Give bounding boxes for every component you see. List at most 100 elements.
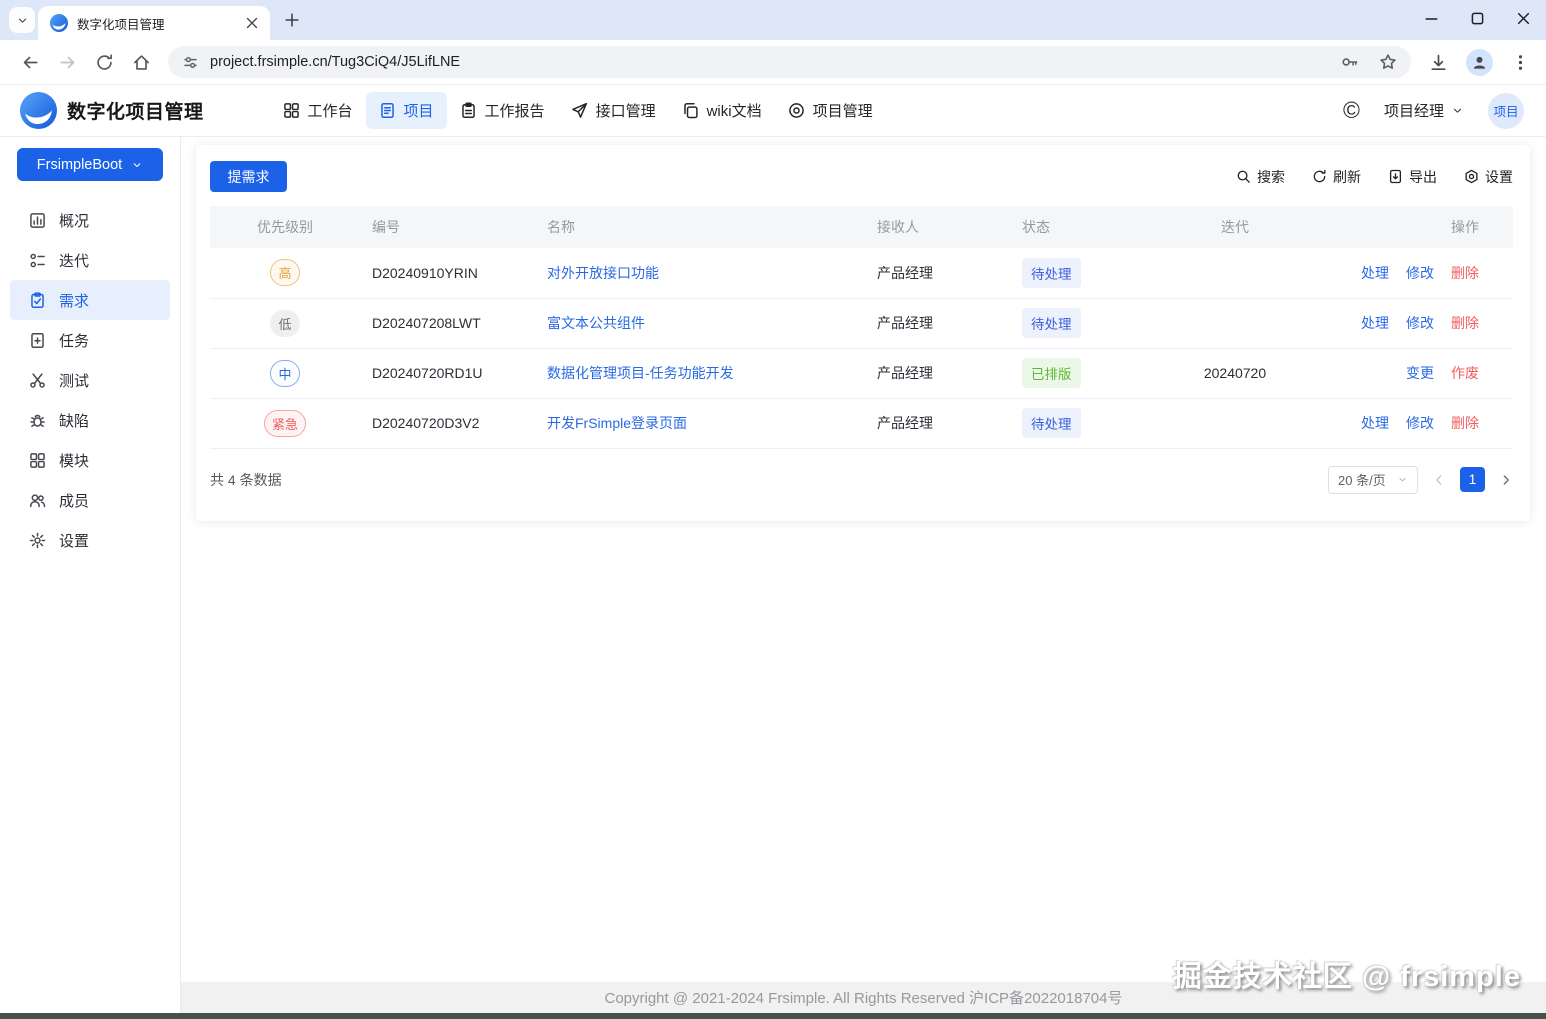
requirements-card: 提需求 搜索 刷新 导出 设置 优先级别编号名称接收人状态迭代操作 高 D2024091… xyxy=(196,145,1530,521)
project-selector-button[interactable]: FrsimpleBoot xyxy=(17,148,163,181)
row-receiver: 产品经理 xyxy=(865,298,1010,348)
row-iteration: 20240720 xyxy=(1165,348,1305,398)
sidebar-item-需求[interactable]: 需求 xyxy=(10,280,170,320)
requirement-name-link[interactable]: 开发FrSimple登录页面 xyxy=(547,415,687,431)
downloads-icon[interactable] xyxy=(1429,53,1448,72)
action-link-处理[interactable]: 处理 xyxy=(1361,265,1389,281)
app-logo-icon xyxy=(20,92,57,129)
tool-导出[interactable]: 导出 xyxy=(1388,167,1437,187)
action-link-变更[interactable]: 变更 xyxy=(1406,365,1434,381)
priority-badge: 高 xyxy=(270,259,299,286)
column-header: 操作 xyxy=(1305,206,1513,248)
sidebar-item-迭代[interactable]: 迭代 xyxy=(10,240,170,280)
sidebar-item-label: 迭代 xyxy=(59,250,89,271)
column-header: 编号 xyxy=(360,206,535,248)
sidebar-item-label: 成员 xyxy=(59,490,89,511)
action-link-删除[interactable]: 删除 xyxy=(1451,265,1479,281)
tab-search-button[interactable] xyxy=(9,7,35,33)
row-iteration xyxy=(1165,248,1305,298)
url-text[interactable]: project.frsimple.cn/Tug3CiQ4/J5LifLNE xyxy=(210,54,1321,70)
sidebar-item-模块[interactable]: 模块 xyxy=(10,440,170,480)
tool-搜索[interactable]: 搜索 xyxy=(1236,167,1285,187)
current-page-button[interactable]: 1 xyxy=(1460,467,1485,492)
forward-icon[interactable] xyxy=(58,53,77,72)
row-actions: 处理 修改 删除 xyxy=(1305,398,1513,448)
sidebar-item-测试[interactable]: 测试 xyxy=(10,360,170,400)
add-requirement-button[interactable]: 提需求 xyxy=(210,161,287,192)
prev-page-icon[interactable] xyxy=(1432,473,1446,487)
home-icon[interactable] xyxy=(132,53,151,72)
app-title: 数字化项目管理 xyxy=(67,97,204,124)
test-icon xyxy=(29,372,46,389)
main-content: 提需求 搜索 刷新 导出 设置 优先级别编号名称接收人状态迭代操作 高 D2024091… xyxy=(181,137,1546,1019)
tool-设置[interactable]: 设置 xyxy=(1464,167,1513,187)
project-selector-label: FrsimpleBoot xyxy=(37,157,122,173)
action-link-修改[interactable]: 修改 xyxy=(1406,265,1434,281)
row-code: D202407208LWT xyxy=(360,298,535,348)
copyright-icon[interactable]: © xyxy=(1343,99,1360,122)
url-bar[interactable]: project.frsimple.cn/Tug3CiQ4/J5LifLNE xyxy=(168,46,1411,78)
sidebar-item-概况[interactable]: 概况 xyxy=(10,200,170,240)
row-iteration xyxy=(1165,298,1305,348)
nav-item-label: 接口管理 xyxy=(596,100,656,121)
tool-刷新[interactable]: 刷新 xyxy=(1312,167,1361,187)
nav-item-工作台[interactable]: 工作台 xyxy=(270,92,366,129)
bookmark-star-icon[interactable] xyxy=(1379,53,1397,71)
app-header: 数字化项目管理 工作台项目工作报告接口管理wiki文档项目管理 © 项目经理 项… xyxy=(0,85,1546,137)
row-code: D20240910YRIN xyxy=(360,248,535,298)
column-header: 优先级别 xyxy=(210,206,360,248)
table-header-row: 优先级别编号名称接收人状态迭代操作 xyxy=(210,206,1513,248)
action-link-修改[interactable]: 修改 xyxy=(1406,315,1434,331)
new-tab-icon[interactable] xyxy=(283,11,301,29)
action-link-处理[interactable]: 处理 xyxy=(1361,415,1389,431)
total-count: 共 4 条数据 xyxy=(210,470,282,490)
window-close-icon[interactable] xyxy=(1515,10,1532,27)
action-link-修改[interactable]: 修改 xyxy=(1406,415,1434,431)
sidebar-item-label: 缺陷 xyxy=(59,410,89,431)
back-icon[interactable] xyxy=(21,53,40,72)
reload-icon[interactable] xyxy=(95,53,114,72)
action-link-删除[interactable]: 删除 xyxy=(1451,415,1479,431)
browser-tab[interactable]: 数字化项目管理 xyxy=(38,6,270,40)
page-size-select[interactable]: 20 条/页 xyxy=(1328,466,1418,494)
nav-item-项目[interactable]: 项目 xyxy=(366,92,447,129)
chevron-down-icon xyxy=(131,159,143,171)
nav-item-项目管理[interactable]: 项目管理 xyxy=(775,92,886,129)
search-icon xyxy=(1236,169,1251,184)
sidebar-item-任务[interactable]: 任务 xyxy=(10,320,170,360)
next-page-icon[interactable] xyxy=(1499,473,1513,487)
action-link-处理[interactable]: 处理 xyxy=(1361,315,1389,331)
browser-profile-avatar[interactable] xyxy=(1466,49,1493,76)
status-badge: 待处理 xyxy=(1022,408,1081,438)
target-icon xyxy=(788,102,805,119)
sidebar-item-label: 需求 xyxy=(59,290,89,311)
browser-menu-icon[interactable] xyxy=(1511,53,1530,72)
requirement-name-link[interactable]: 数据化管理项目-任务功能开发 xyxy=(547,365,734,381)
password-key-icon[interactable] xyxy=(1341,53,1359,71)
tool-label: 搜索 xyxy=(1257,167,1285,187)
tab-close-icon[interactable] xyxy=(244,15,260,31)
nav-item-接口管理[interactable]: 接口管理 xyxy=(558,92,669,129)
window-minimize-icon[interactable] xyxy=(1423,10,1440,27)
column-header: 状态 xyxy=(1010,206,1165,248)
window-maximize-icon[interactable] xyxy=(1469,10,1486,27)
action-link-作废[interactable]: 作废 xyxy=(1451,365,1479,381)
user-avatar[interactable]: 项目 xyxy=(1488,93,1524,129)
favicon-icon xyxy=(50,14,68,32)
sidebar-item-缺陷[interactable]: 缺陷 xyxy=(10,400,170,440)
site-settings-icon[interactable] xyxy=(182,54,199,71)
user-role-dropdown[interactable]: 项目经理 xyxy=(1384,100,1464,121)
nav-item-工作报告[interactable]: 工作报告 xyxy=(447,92,558,129)
table-row: 高D20240910YRIN对外开放接口功能产品经理待处理处理修改删除 xyxy=(210,248,1513,298)
column-header: 迭代 xyxy=(1165,206,1305,248)
requirement-name-link[interactable]: 对外开放接口功能 xyxy=(547,265,659,281)
requirement-name-link[interactable]: 富文本公共组件 xyxy=(547,315,645,331)
nav-item-wiki文档[interactable]: wiki文档 xyxy=(669,92,775,129)
column-header: 名称 xyxy=(535,206,865,248)
status-badge: 已排版 xyxy=(1022,358,1081,388)
grid-icon xyxy=(283,102,300,119)
action-link-删除[interactable]: 删除 xyxy=(1451,315,1479,331)
sidebar-item-成员[interactable]: 成员 xyxy=(10,480,170,520)
chevron-down-icon xyxy=(1451,104,1464,117)
sidebar-item-设置[interactable]: 设置 xyxy=(10,520,170,560)
